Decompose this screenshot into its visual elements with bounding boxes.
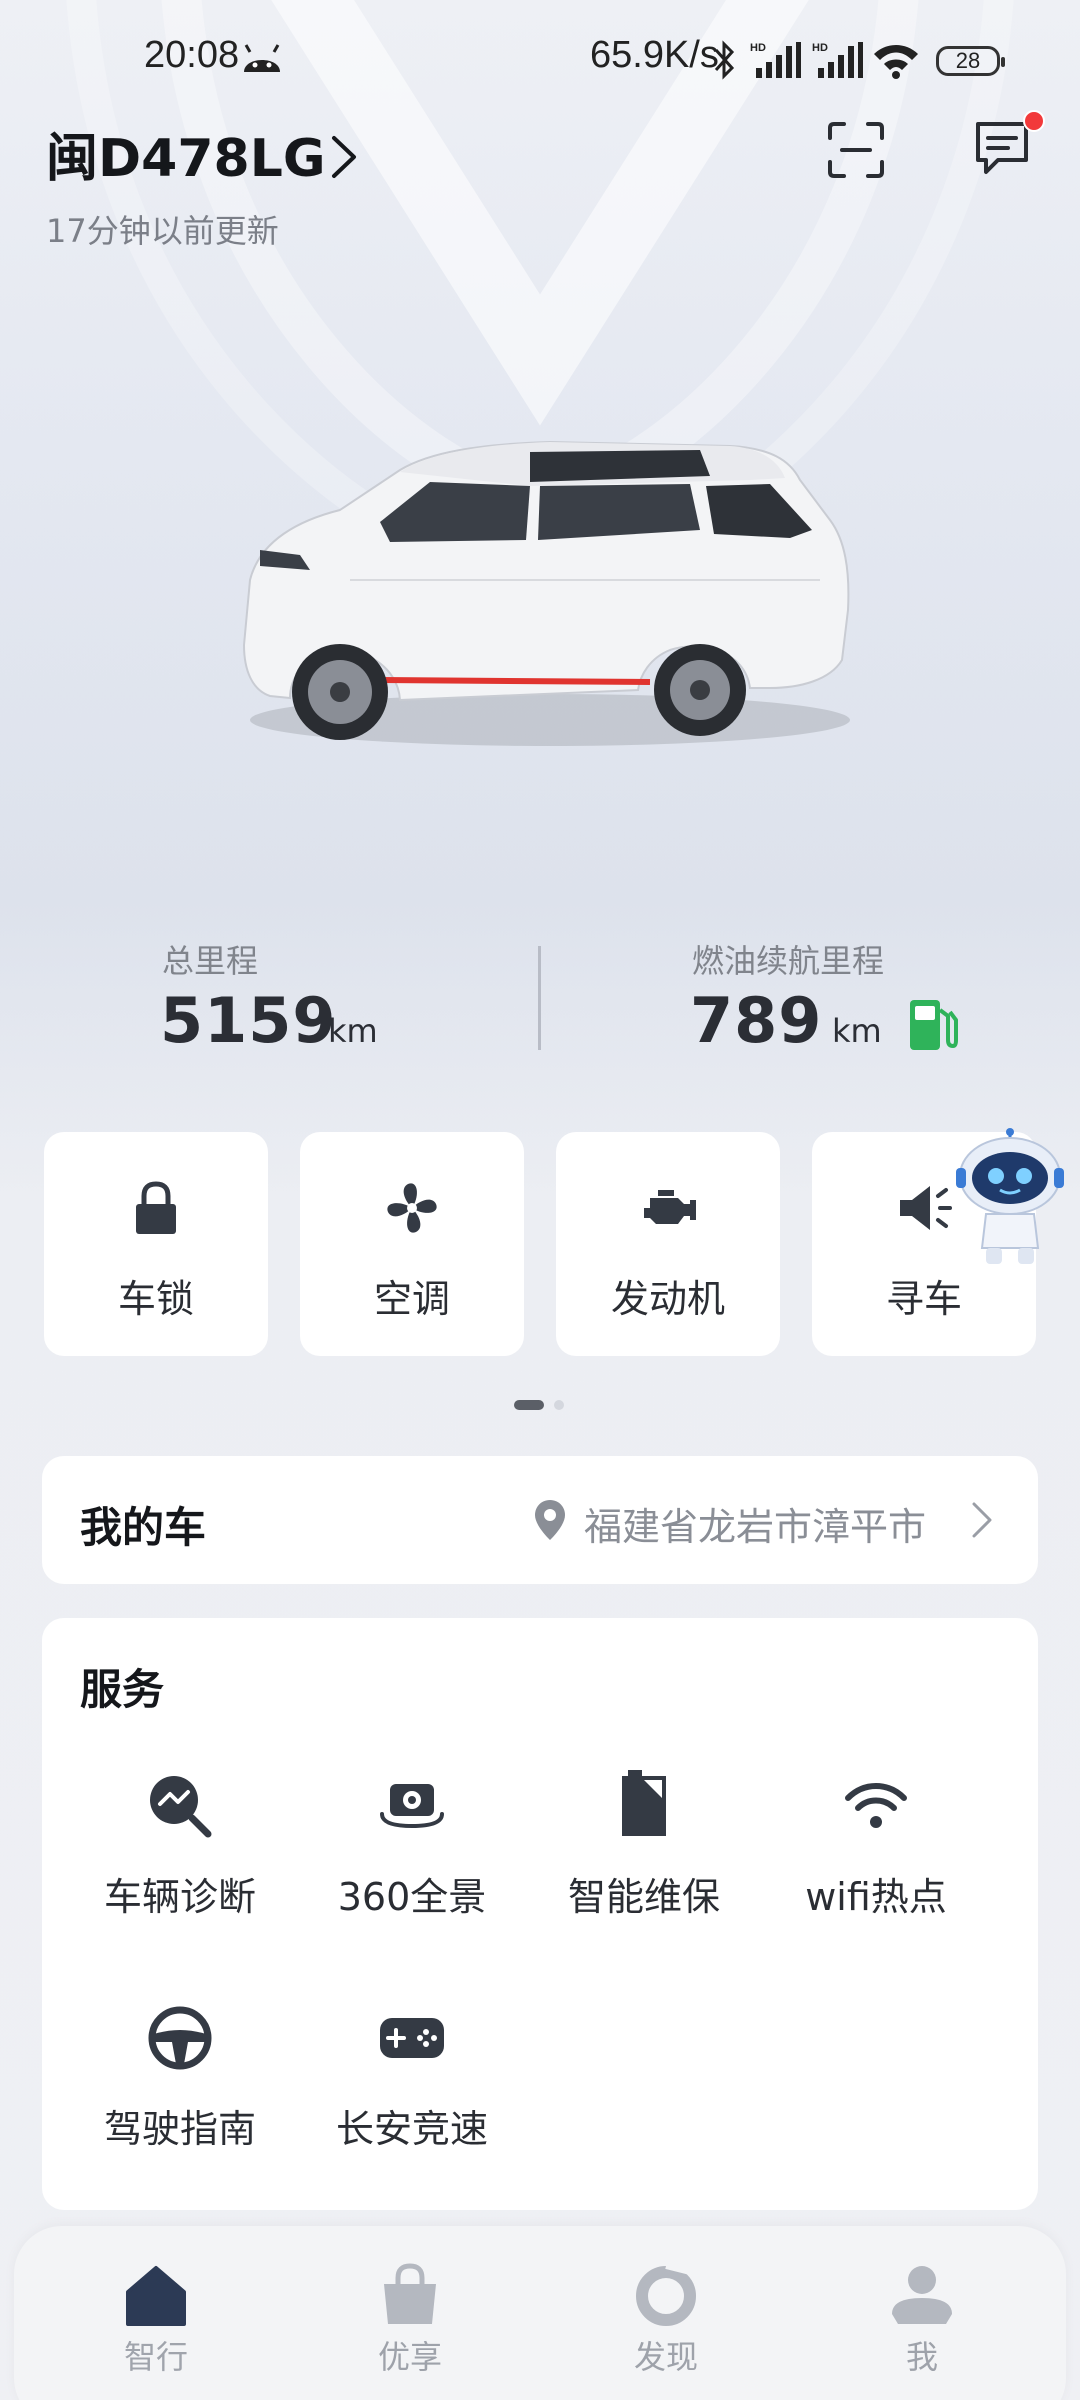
service-vehicle-diagnosis[interactable]: 车辆诊断	[64, 1770, 296, 1970]
fuel-pump-icon	[910, 1000, 958, 1050]
nav-label: 优享	[377, 2338, 442, 2376]
maintenance-icon	[622, 1770, 666, 1836]
header: 闽D478LG 17分钟以前更新	[0, 110, 1080, 260]
camera-icon	[380, 1784, 444, 1829]
signal-hd-icon: HD	[812, 42, 863, 78]
bag-icon	[384, 2263, 436, 2324]
nav-tab-me[interactable]: 我	[832, 2262, 1012, 2392]
battery-icon: 28	[936, 46, 1005, 76]
steering-wheel-icon	[148, 2006, 212, 2070]
service-wifi-hotspot[interactable]: wifi热点	[760, 1770, 992, 1970]
diagnosis-icon	[150, 1776, 212, 1838]
my-car-card[interactable]: 我的车 福建省龙岩市漳平市	[42, 1456, 1038, 1584]
service-label: 360全景	[337, 1875, 487, 1919]
page-dot-active	[514, 1400, 544, 1410]
service-360-view[interactable]: 360全景	[296, 1770, 528, 1970]
control-card-ac[interactable]: 空调	[300, 1132, 524, 1356]
assistant-robot-icon[interactable]	[950, 1128, 1070, 1268]
stats-divider	[538, 946, 541, 1050]
service-smart-maintenance[interactable]: 智能维保	[528, 1770, 760, 1970]
notification-dot	[1023, 110, 1045, 132]
service-changan-racing[interactable]: 长安竞速	[296, 2002, 528, 2202]
gamepad-icon	[380, 2018, 444, 2058]
service-label: 驾驶指南	[103, 2107, 256, 2151]
total-mileage-label: 总里程	[162, 942, 259, 980]
nav-label: 发现	[633, 2338, 698, 2376]
service-label: 智能维保	[567, 1875, 720, 1919]
wifi-icon	[874, 45, 918, 79]
chevron-right-icon[interactable]	[326, 130, 362, 184]
my-car-title: 我的车	[80, 1503, 207, 1552]
fuel-range-label: 燃油续航里程	[692, 942, 885, 980]
control-card-lock[interactable]: 车锁	[44, 1132, 268, 1356]
page-indicator	[514, 1400, 574, 1412]
fuel-range-unit: km	[832, 1012, 882, 1050]
svg-text:HD: HD	[812, 42, 828, 54]
profile-icon	[892, 2266, 952, 2324]
control-card-engine[interactable]: 发动机	[556, 1132, 780, 1356]
quick-controls: 车锁 空调 发动机 寻车	[0, 1132, 1080, 1358]
license-plate[interactable]: 闽D478LG	[46, 116, 326, 191]
service-label: 长安竞速	[335, 2107, 488, 2151]
chevron-right-icon	[972, 1502, 992, 1538]
service-label: wifi热点	[805, 1875, 947, 1919]
fan-icon	[387, 1183, 437, 1233]
nav-tab-smart-travel[interactable]: 智行	[66, 2262, 246, 2392]
status-bar: 20:08 65.9K/s HD HD 28	[0, 0, 1080, 120]
nav-tab-benefits[interactable]: 优享	[320, 2262, 500, 2392]
control-label: 空调	[373, 1277, 450, 1321]
svg-text:HD: HD	[750, 42, 766, 54]
engine-icon	[644, 1190, 696, 1224]
bottom-nav: 智行 优享 发现 我	[14, 2226, 1066, 2400]
services-title: 服务	[80, 1665, 165, 1714]
bluetooth-icon	[714, 40, 735, 80]
control-label: 发动机	[610, 1277, 725, 1321]
fuel-range-value: 789	[690, 984, 823, 1057]
nav-label: 智行	[123, 2338, 188, 2376]
nav-label: 我	[905, 2338, 938, 2376]
nav-tab-discover[interactable]: 发现	[576, 2262, 756, 2392]
car-image	[242, 440, 850, 746]
location-pin-icon	[535, 1500, 565, 1540]
update-time: 17分钟以前更新	[46, 212, 279, 250]
control-label: 车锁	[117, 1277, 194, 1321]
total-mileage-value: 5159	[160, 984, 337, 1057]
lock-icon	[136, 1181, 176, 1234]
service-label: 车辆诊断	[103, 1875, 256, 1919]
net-speed: 65.9K/s	[590, 34, 719, 76]
services-card: 服务 车辆诊断 360全景 智能维保 wifi热点 驾驶指南 长安竞速	[42, 1618, 1038, 2210]
service-driving-guide[interactable]: 驾驶指南	[64, 2002, 296, 2202]
page-dot	[554, 1400, 564, 1410]
status-time: 20:08	[144, 34, 240, 76]
home-icon	[126, 2266, 186, 2326]
message-icon[interactable]	[972, 118, 1032, 178]
total-mileage-unit: km	[328, 1012, 378, 1050]
discover-icon	[636, 2263, 696, 2326]
signal-hd-icon: HD	[750, 42, 801, 78]
control-label: 寻车	[885, 1277, 962, 1321]
horn-icon	[900, 1186, 952, 1230]
wifi-icon	[845, 1783, 907, 1828]
mileage-stats: 总里程 5159 km 燃油续航里程 789 km	[0, 920, 1080, 1060]
car-location: 福建省龙岩市漳平市	[584, 1505, 927, 1549]
android-icon	[244, 44, 280, 72]
scan-icon[interactable]	[826, 120, 886, 180]
